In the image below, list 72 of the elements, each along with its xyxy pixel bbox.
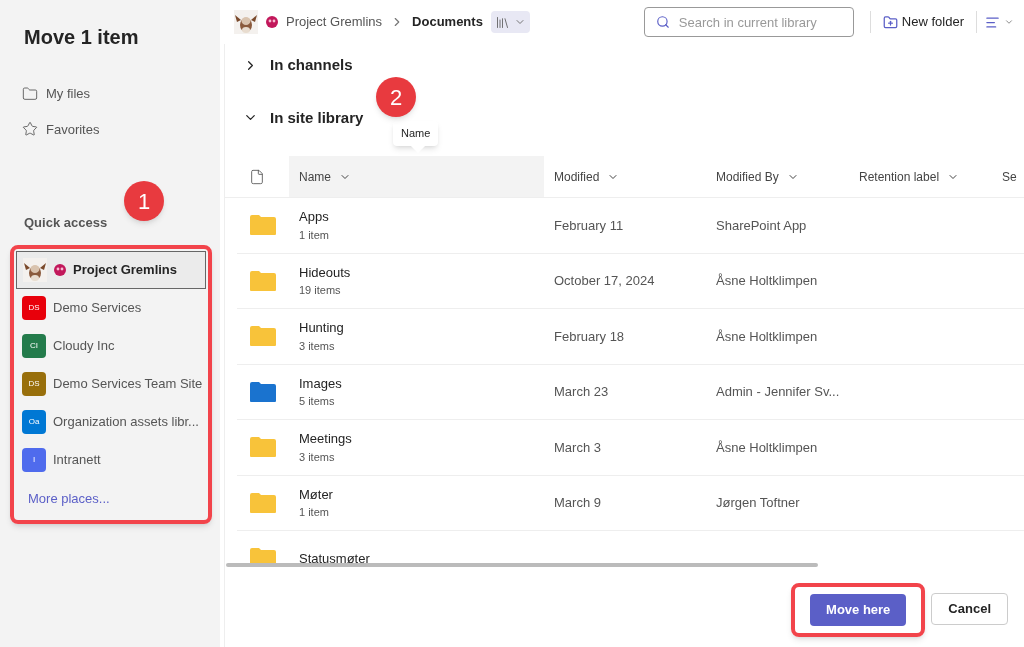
item-count: 1 item	[299, 227, 330, 243]
column-header[interactable]: Modified By	[706, 156, 849, 197]
site-item[interactable]: Project Gremlins	[16, 250, 206, 289]
new-folder-button[interactable]: New folder	[878, 12, 968, 32]
table-cell-text: SharePoint App	[715, 216, 808, 235]
breadcrumb-item[interactable]: Documents	[412, 12, 483, 32]
item-count: 1 item	[299, 505, 330, 521]
folder-name: Apps	[299, 208, 330, 227]
column-header[interactable]: Se	[992, 156, 1024, 197]
site-tile: Oa	[22, 409, 46, 434]
table-cell-text: October 17, 2024	[553, 272, 656, 290]
table-cell-text: March 9	[553, 494, 602, 512]
table-cell-text: March 23	[553, 383, 610, 401]
view-options-button[interactable]	[985, 14, 1014, 30]
item-count: 19 items	[299, 283, 342, 299]
folder-name: Hideouts	[299, 263, 352, 282]
site-tile: CI	[22, 333, 46, 358]
table-cell-text: Jørgen Toftner	[715, 494, 801, 512]
breadcrumb-item[interactable]: Project Gremlins	[286, 12, 383, 32]
folder-name: Images	[299, 374, 343, 393]
column-header[interactable]: Retention label	[849, 156, 992, 197]
column-header[interactable]: Modified	[544, 156, 706, 197]
chevron-down-icon	[1004, 17, 1014, 27]
nav-item[interactable]: Favorites	[22, 119, 206, 139]
folder-name: Meetings	[299, 430, 353, 449]
table-cell-text: Admin - Jennifer Sv...	[715, 383, 841, 401]
folder-plus-icon	[882, 14, 898, 30]
emblem-icon	[266, 16, 278, 28]
item-count: 3 items	[299, 338, 336, 354]
site-item[interactable]: Oa Organization assets libr...	[16, 402, 206, 441]
site-item[interactable]: I Intranett	[16, 440, 206, 479]
star-icon	[22, 121, 38, 138]
site-tile: I	[22, 447, 46, 472]
search-field[interactable]: Search in current library	[643, 7, 854, 37]
folder-icon	[22, 85, 38, 102]
library-menu-button[interactable]	[490, 11, 530, 33]
section-heading: Quick access	[24, 214, 109, 232]
folder-name: Statusmøter	[299, 549, 371, 563]
more-places-link[interactable]: More places...	[28, 488, 206, 508]
site-item[interactable]: CI Cloudy Inc	[16, 326, 206, 365]
table-cell-text: February 18	[553, 327, 626, 346]
table-row[interactable]: Hideouts 19 items October 17, 2024 Åsne Holtklimpen	[237, 253, 1024, 309]
site-item[interactable]: DS Demo Services	[16, 288, 206, 327]
site-tile: DS	[22, 371, 46, 396]
table-row[interactable]: Images 5 items March 23 Admin - Jennifer Sv...	[237, 364, 1024, 420]
nav-item[interactable]: My files	[22, 84, 206, 104]
move-here-button[interactable]: Move here	[810, 594, 907, 626]
folder-name: Møter	[299, 485, 334, 504]
library-icon	[494, 14, 510, 30]
cancel-button[interactable]: Cancel	[931, 593, 1008, 625]
table-row[interactable]: Møter 1 item March 9 Jørgen Toftner	[237, 475, 1024, 531]
lines-icon	[985, 14, 1000, 30]
search-icon	[655, 15, 670, 29]
column-header[interactable]: Name	[289, 156, 544, 197]
item-count: 5 items	[299, 394, 336, 410]
table-row[interactable]: Meetings 3 items March 3 Åsne Holtklimpen	[237, 420, 1024, 476]
folder-name: Hunting	[299, 319, 345, 338]
item-count: 3 items	[299, 449, 336, 465]
site-tile: DS	[22, 295, 46, 320]
emblem-icon	[54, 263, 66, 276]
table-row[interactable]: Apps 1 item February 11 SharePoint App	[237, 198, 1024, 254]
table-cell-text: Åsne Holtklimpen	[715, 272, 819, 290]
callout-badge: 2	[376, 77, 416, 117]
table-cell-text: Åsne Holtklimpen	[715, 327, 819, 346]
dialog-title: Move 1 item	[24, 25, 140, 50]
table-cell-text: Åsne Holtklimpen	[715, 438, 819, 457]
file-icon	[249, 168, 265, 185]
table-cell-text: March 3	[553, 438, 602, 457]
site-item[interactable]: DS Demo Services Team Site	[16, 364, 206, 403]
table-row[interactable]: Hunting 3 items February 18 Åsne Holtklimpen	[237, 309, 1024, 365]
section-toggle[interactable]: In channels	[243, 54, 1024, 77]
table-cell-text: February 11	[553, 216, 625, 235]
